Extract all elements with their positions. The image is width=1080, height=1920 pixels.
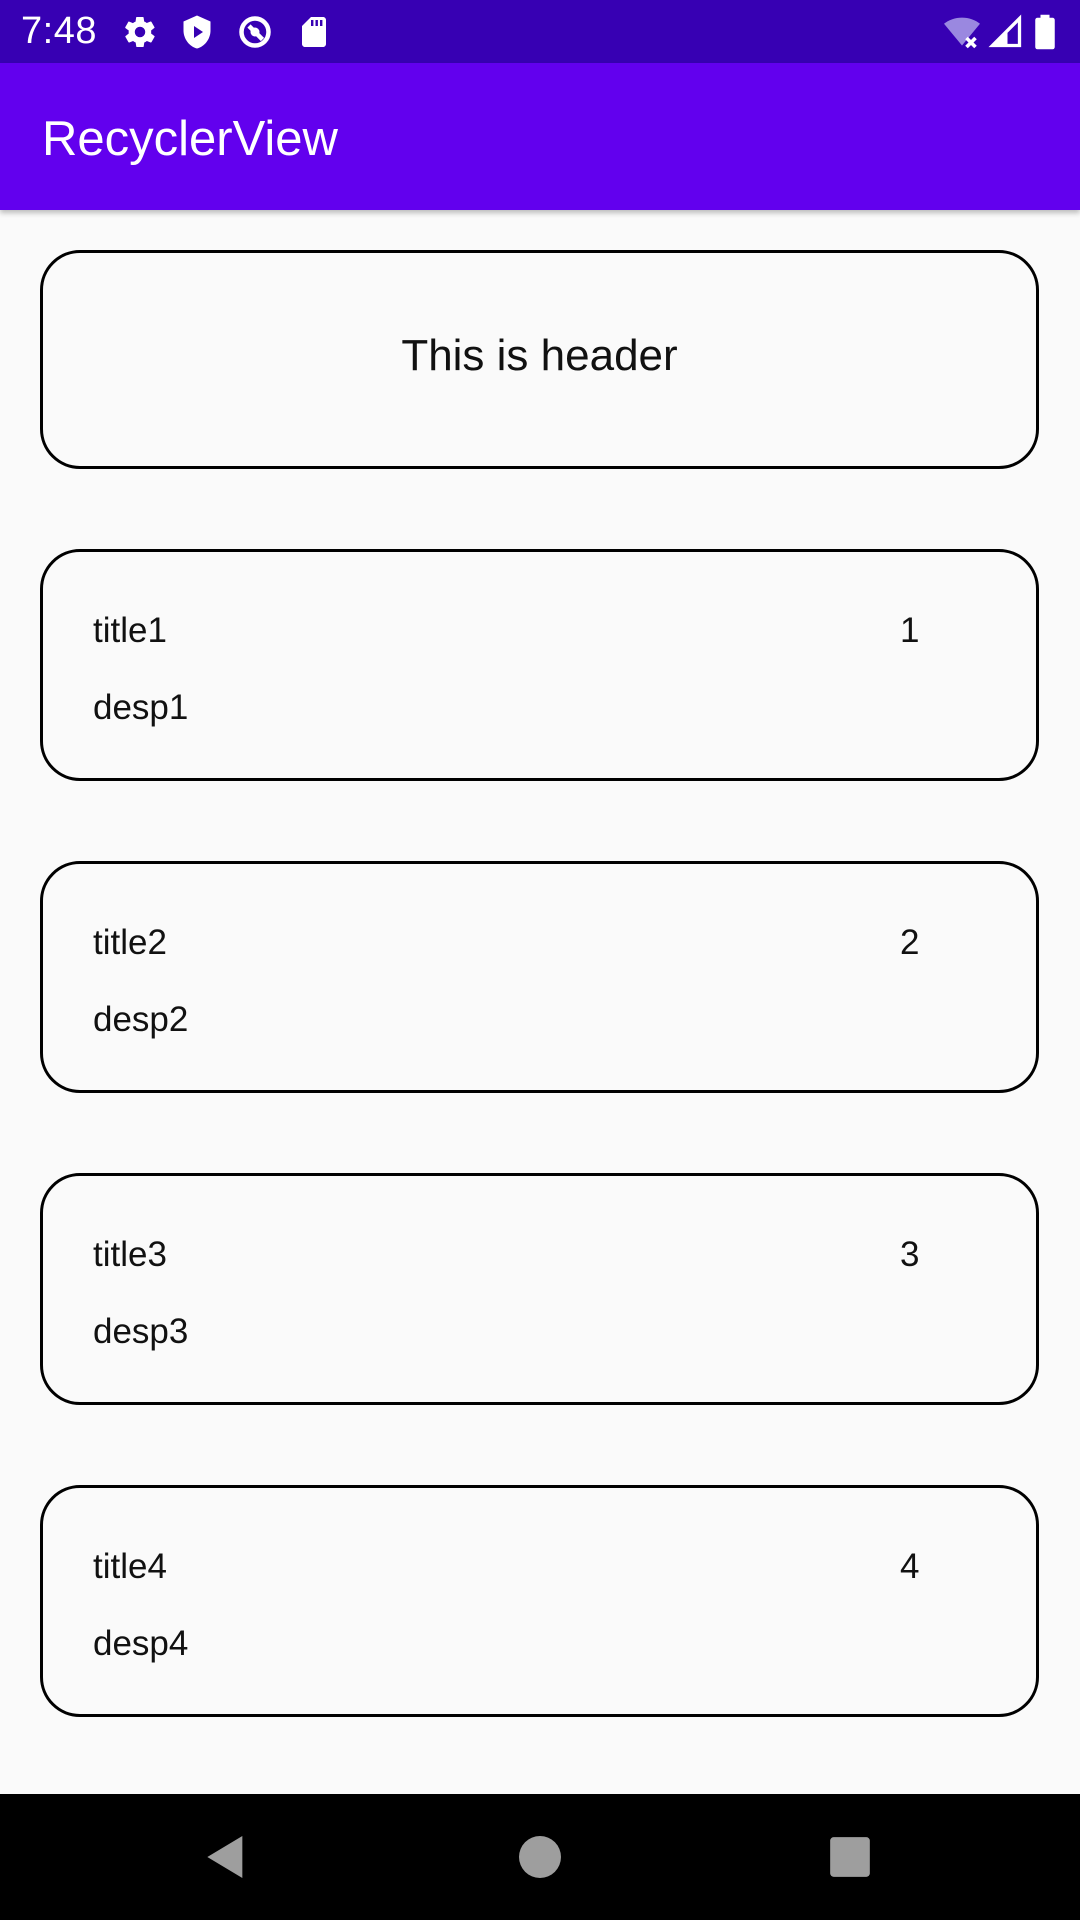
item-description: desp3	[93, 1312, 189, 1351]
item-description: desp1	[93, 688, 189, 727]
sd-card-icon	[296, 14, 332, 50]
item-title: title4	[93, 1547, 167, 1586]
navigation-bar	[0, 1794, 1080, 1920]
recents-icon[interactable]	[822, 1829, 878, 1885]
list-item[interactable]: title2 2 desp2	[40, 861, 1039, 1093]
item-description: desp2	[93, 1000, 189, 1039]
sync-circle-icon	[237, 14, 273, 50]
item-title: title2	[93, 923, 167, 962]
app-title: RecyclerView	[42, 112, 338, 166]
item-title: title3	[93, 1235, 167, 1274]
recycler-list[interactable]: This is header title1 1 desp1 title2 2 d…	[0, 210, 1080, 1794]
item-number: 1	[900, 611, 920, 650]
item-description: desp4	[93, 1624, 189, 1663]
back-icon[interactable]	[198, 1829, 254, 1885]
header-card: This is header	[40, 250, 1039, 469]
home-icon[interactable]	[512, 1829, 568, 1885]
list-item[interactable]: title4 4 desp4	[40, 1485, 1039, 1717]
item-number: 2	[900, 923, 920, 962]
item-number: 4	[900, 1547, 920, 1586]
cell-signal-icon	[988, 14, 1024, 50]
item-title: title1	[93, 611, 167, 650]
app-bar: RecyclerView	[0, 63, 1080, 210]
list-item[interactable]: title1 1 desp1	[40, 549, 1039, 781]
list-item[interactable]: title3 3 desp3	[40, 1173, 1039, 1405]
status-bar: 7:48	[0, 0, 1080, 63]
wifi-off-icon	[944, 14, 980, 50]
status-time: 7:48	[21, 10, 97, 52]
battery-icon	[1030, 14, 1060, 50]
settings-gear-icon	[122, 14, 158, 50]
shield-play-icon	[179, 14, 215, 50]
header-text: This is header	[401, 331, 678, 380]
item-number: 3	[900, 1235, 920, 1274]
